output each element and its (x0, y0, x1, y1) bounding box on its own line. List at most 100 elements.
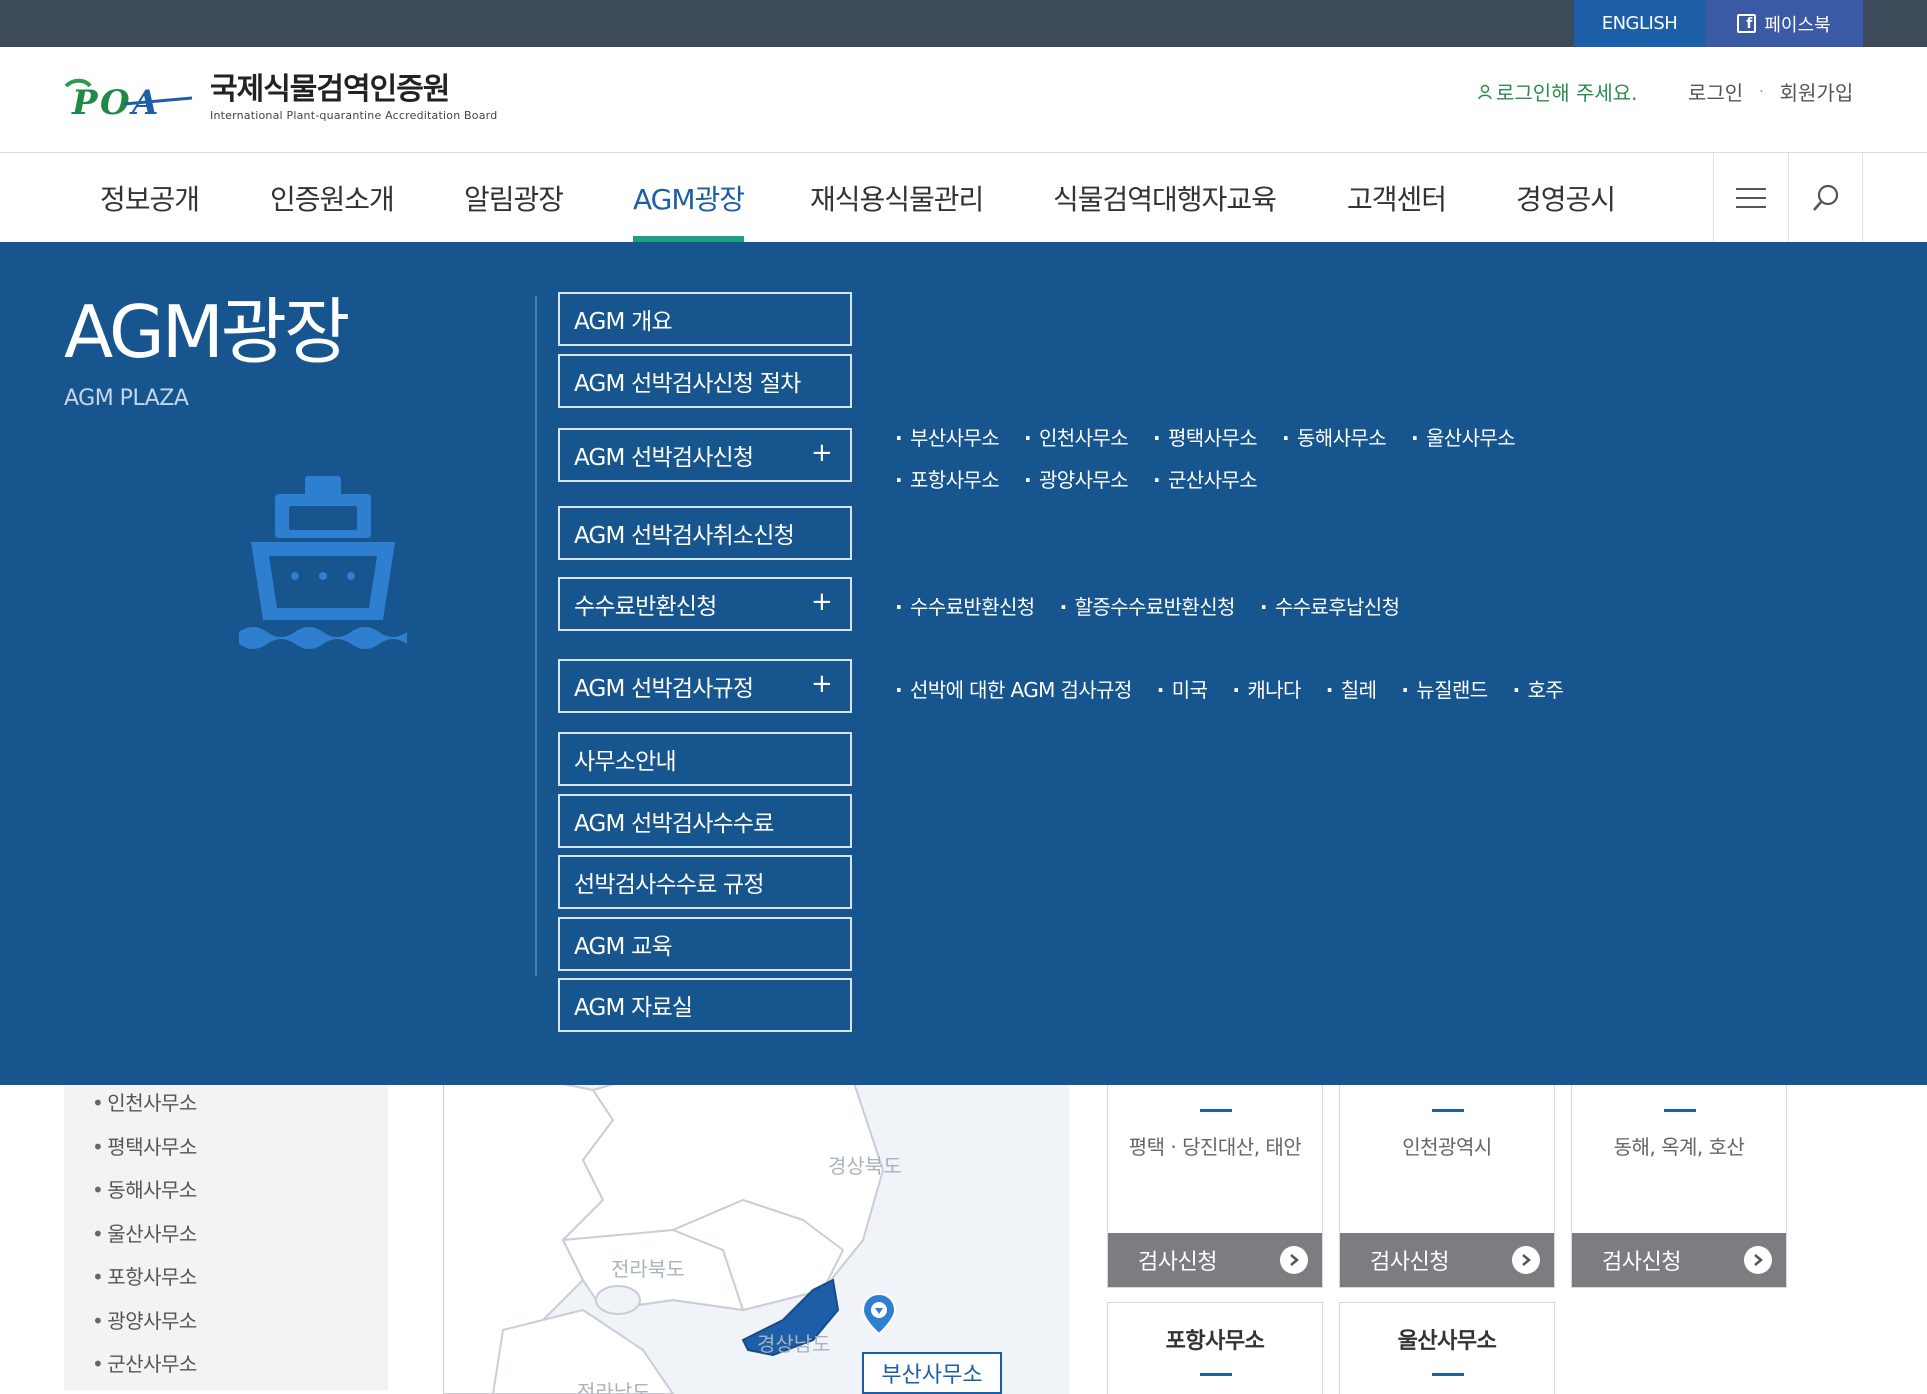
submenu-link[interactable]: 선박에 대한 AGM 검사규정 (895, 674, 1132, 703)
submenu-link[interactable]: 광양사무소 (1024, 464, 1129, 493)
expand-plus-icon[interactable]: + (811, 438, 833, 468)
agm-menu-item[interactable]: AGM 선박검사취소신청 (558, 506, 852, 560)
arrow-right-icon (1512, 1246, 1540, 1274)
nav-item-replanting-plants[interactable]: 재식용식물관리 (810, 153, 984, 242)
expand-plus-icon[interactable]: + (811, 669, 833, 699)
login-prompt[interactable]: 로그인해 주세요. (1478, 77, 1638, 106)
nav-item-management-disclosure[interactable]: 경영공시 (1516, 153, 1616, 242)
agm-menu-label: AGM 선박검사규정 (574, 676, 754, 702)
submenu-link[interactable]: 평택사무소 (1153, 422, 1258, 451)
card-location: 동해, 옥계, 호산 (1613, 1135, 1745, 1159)
submenu-link[interactable]: 포항사무소 (895, 464, 1000, 493)
arrow-right-icon (1744, 1246, 1772, 1274)
nav-item-notices[interactable]: 알림광장 (464, 153, 564, 242)
submenu-link[interactable]: 인천사무소 (1024, 422, 1129, 451)
signup-link[interactable]: 회원가입 (1780, 77, 1854, 106)
apply-inspection-button[interactable]: 검사신청 (1108, 1233, 1322, 1287)
mega-menu-subtitle: AGM PLAZA (64, 386, 189, 411)
card-title: 포항사무소 (1165, 1329, 1265, 1354)
submenu-rules: 선박에 대한 AGM 검사규정 미국 캐나다 칠레 뉴질랜드 호주 (895, 674, 1588, 703)
agm-menu-item[interactable]: 수수료반환신청 + (558, 577, 852, 631)
submenu-inspection-offices: 포항사무소 광양사무소 군산사무소 (895, 464, 1282, 493)
agm-menu-label: AGM 선박검사취소신청 (574, 523, 795, 549)
office-list-item[interactable]: 군산사무소 (92, 1343, 197, 1387)
apply-label: 검사신청 (1370, 1250, 1449, 1275)
office-list-item[interactable]: 평택사무소 (92, 1126, 197, 1170)
location-pin-icon[interactable] (860, 1292, 898, 1336)
submenu-link[interactable]: 동해사무소 (1282, 422, 1387, 451)
agm-menu-label: AGM 선박검사수수료 (574, 811, 774, 837)
submenu-link[interactable]: 미국 (1157, 674, 1208, 703)
main-navigation: 정보공개 인증원소개 알림광장 AGM광장 재식용식물관리 식물검역대행자교육 … (0, 153, 1927, 242)
search-icon (1812, 184, 1838, 211)
apply-inspection-button[interactable]: 검사신청 (1572, 1233, 1786, 1287)
mega-menu-title: AGM광장 (64, 290, 350, 374)
submenu-link[interactable]: 할증수수료반환신청 (1060, 591, 1236, 620)
facebook-label: 페이스북 (1764, 14, 1831, 36)
nav-item-about[interactable]: 인증원소개 (270, 153, 395, 242)
submenu-link[interactable]: 부산사무소 (895, 422, 1000, 451)
expand-plus-icon[interactable]: + (811, 587, 833, 617)
office-list-item[interactable]: 광양사무소 (92, 1300, 197, 1344)
submenu-refund: 수수료반환신청 할증수수료반환신청 수수료후납신청 (895, 591, 1424, 620)
apply-label: 검사신청 (1138, 1250, 1217, 1275)
agm-menu-item[interactable]: AGM 선박검사신청 절차 (558, 354, 852, 408)
office-list-item[interactable]: 동해사무소 (92, 1169, 197, 1213)
site-logo[interactable]: P O A 국제식물검역인증원 International Plant-quar… (64, 73, 497, 122)
submenu-link[interactable]: 호주 (1513, 674, 1564, 703)
office-list-item[interactable]: 포항사무소 (92, 1256, 197, 1300)
region-label: 경상북도 (828, 1154, 902, 1178)
agm-menu-label: AGM 선박검사신청 절차 (574, 371, 801, 397)
submenu-link[interactable]: 뉴질랜드 (1401, 674, 1488, 703)
office-card[interactable]: 포항사무소 (1107, 1302, 1323, 1394)
agm-menu-item[interactable]: AGM 선박검사규정 + (558, 659, 852, 713)
search-button[interactable] (1788, 153, 1863, 242)
agm-menu-item[interactable]: AGM 개요 (558, 292, 852, 346)
agm-menu-label: 선박검사수수료 규정 (574, 872, 765, 898)
card-divider (1432, 1109, 1464, 1112)
nav-item-agm-plaza[interactable]: AGM광장 (633, 153, 745, 242)
submenu-link[interactable]: 수수료반환신청 (895, 591, 1035, 620)
submenu-link[interactable]: 군산사무소 (1153, 464, 1258, 493)
agm-menu-item[interactable]: AGM 교육 (558, 917, 852, 971)
sitemap-button[interactable] (1713, 153, 1788, 242)
agm-menu-label: AGM 교육 (574, 934, 673, 960)
office-card: 평택 · 당진대산, 태안 검사신청 (1107, 1085, 1323, 1288)
agm-menu-label: AGM 개요 (574, 309, 673, 335)
office-list-item[interactable]: 인천사무소 (92, 1082, 197, 1126)
submenu-link[interactable]: 칠레 (1326, 674, 1377, 703)
region-label: 전라북도 (611, 1257, 685, 1281)
office-list-item[interactable]: 울산사무소 (92, 1213, 197, 1257)
facebook-link[interactable]: f 페이스북 (1705, 0, 1863, 47)
submenu-inspection-offices: 부산사무소 인천사무소 평택사무소 동해사무소 울산사무소 (895, 422, 1540, 451)
nav-item-info-disclosure[interactable]: 정보공개 (100, 153, 200, 242)
agm-menu-item[interactable]: 사무소안내 (558, 732, 852, 786)
map-marker-label[interactable]: 부산사무소 (862, 1352, 1002, 1394)
english-link[interactable]: ENGLISH (1574, 0, 1705, 47)
agm-menu-label: AGM 선박검사신청 (574, 445, 754, 471)
apply-inspection-button[interactable]: 검사신청 (1340, 1233, 1554, 1287)
office-list-panel: 인천사무소 평택사무소 동해사무소 울산사무소 포항사무소 광양사무소 군산사무… (64, 1050, 388, 1390)
logo-name-korean: 국제식물검역인증원 (210, 72, 450, 107)
card-divider (1664, 1109, 1696, 1112)
nav-item-agent-training[interactable]: 식물검역대행자교육 (1053, 153, 1277, 242)
svg-text:P: P (71, 83, 99, 122)
korea-map: 경상북도 전라북도 경상남도 전라남도 부산사무소 (443, 1050, 1069, 1394)
submenu-link[interactable]: 울산사무소 (1411, 422, 1516, 451)
submenu-link[interactable]: 수수료후납신청 (1260, 591, 1400, 620)
login-link[interactable]: 로그인 (1688, 77, 1743, 106)
login-prompt-text: 로그인해 주세요. (1496, 81, 1638, 105)
region-map-illustration (443, 1050, 885, 1394)
agm-menu-item[interactable]: AGM 선박검사수수료 (558, 794, 852, 848)
agm-menu-label: 수수료반환신청 (574, 594, 717, 620)
office-card: 인천광역시 검사신청 (1339, 1085, 1555, 1288)
agm-menu-item[interactable]: 선박검사수수료 규정 (558, 855, 852, 909)
agm-menu-item[interactable]: AGM 자료실 (558, 978, 852, 1032)
card-divider (1200, 1109, 1232, 1112)
office-card[interactable]: 울산사무소 (1339, 1302, 1555, 1394)
agm-menu-item[interactable]: AGM 선박검사신청 + (558, 428, 852, 482)
nav-item-customer-center[interactable]: 고객센터 (1347, 153, 1447, 242)
submenu-link[interactable]: 캐나다 (1232, 674, 1301, 703)
card-location: 인천광역시 (1402, 1135, 1492, 1159)
person-icon (1478, 84, 1492, 99)
